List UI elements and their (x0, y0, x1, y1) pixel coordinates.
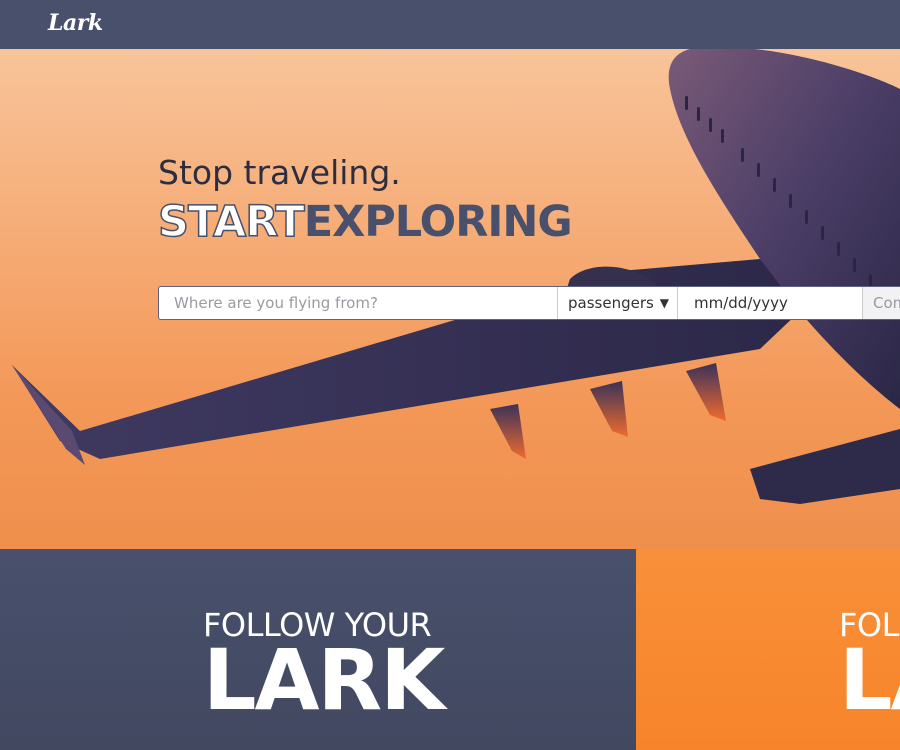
promo-big-word: LARK (203, 631, 445, 729)
promo-panel-follow-lark[interactable]: FOLLOW YOUR LARK (0, 549, 636, 750)
top-nav-bar: Lark (0, 0, 900, 49)
hero-tagline: Stop traveling. (158, 153, 401, 192)
flight-search-bar: passengers ▼ mm/dd/yyyy Com (158, 286, 900, 320)
hero-headline: STARTEXPLORING (157, 196, 573, 248)
date-input[interactable]: mm/dd/yyyy (677, 287, 862, 319)
passengers-select[interactable]: passengers ▼ (557, 287, 677, 319)
passengers-label: passengers (568, 294, 654, 312)
promo-big-word: LA (839, 631, 900, 729)
lark-logo[interactable]: Lark (48, 10, 103, 36)
caret-down-icon: ▼ (659, 296, 669, 310)
headline-start: START (157, 196, 305, 248)
return-date-input[interactable]: Com (862, 287, 900, 319)
hero-section: Stop traveling. STARTEXPLORING passenger… (0, 49, 900, 549)
flying-from-input[interactable] (159, 287, 557, 319)
promo-panel-secondary[interactable]: FOL LA (636, 549, 900, 750)
headline-exploring: EXPLORING (303, 197, 573, 247)
